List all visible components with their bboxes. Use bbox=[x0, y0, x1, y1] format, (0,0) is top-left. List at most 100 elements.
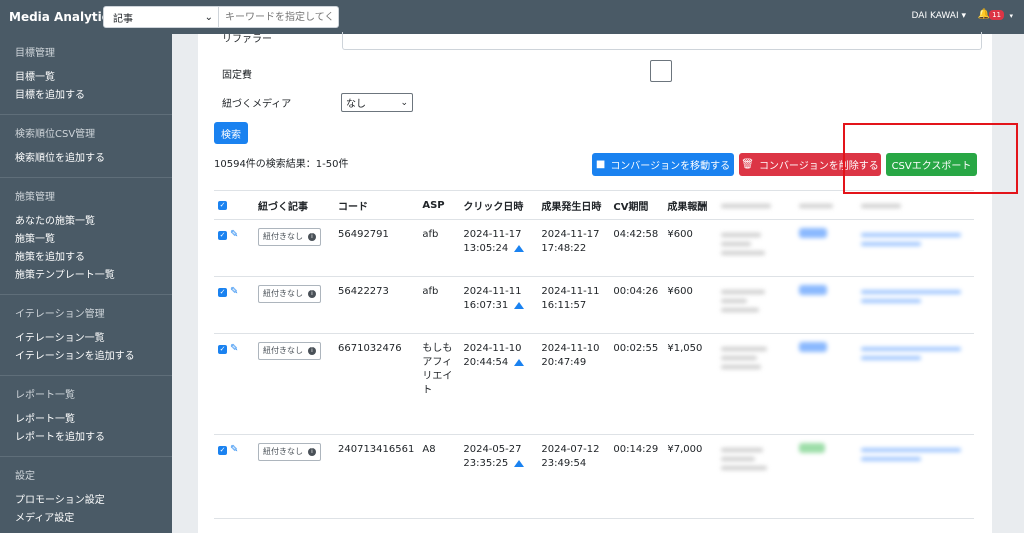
link-article-button[interactable]: 紐付きなし i bbox=[258, 443, 321, 461]
search-button[interactable]: 検索 bbox=[214, 122, 248, 144]
header-cv-date: 成果発生日時 bbox=[537, 190, 610, 220]
sidebar-item[interactable]: レポートを追加する bbox=[15, 429, 172, 447]
click-date-cell: 2024-11-17 13:05:24 bbox=[459, 219, 538, 277]
select-all-header[interactable]: ✓ bbox=[214, 190, 254, 220]
cv-time: 20:47:49 bbox=[541, 357, 587, 368]
blurred-cell bbox=[717, 434, 796, 519]
click-time: 16:07:31 bbox=[463, 300, 509, 311]
media-select-value: なし bbox=[346, 99, 366, 110]
blurred-cell bbox=[717, 219, 796, 277]
link-article-label: 紐付きなし bbox=[263, 232, 303, 241]
sidebar-item[interactable]: イテレーション一覧 bbox=[15, 330, 172, 348]
user-menu[interactable]: DAI KAWAI ▾ bbox=[912, 11, 966, 21]
row-checkbox[interactable]: ✓ bbox=[218, 344, 227, 354]
link-article-label: 紐付きなし bbox=[263, 289, 303, 298]
table-row: ✓ ✎ 紐付きなし i 56492791 afb 2024-11-17 13:05:24 202… bbox=[214, 219, 974, 277]
reward-cell: ¥1,050 bbox=[663, 333, 718, 435]
header-blurred-1 bbox=[717, 190, 796, 220]
media-select[interactable]: なし ⌄ bbox=[341, 93, 413, 112]
row-select-cell[interactable]: ✓ ✎ bbox=[214, 276, 254, 334]
row-checkbox[interactable]: ✓ bbox=[218, 230, 227, 240]
cv-period-cell: 00:02:55 bbox=[609, 333, 664, 435]
result-summary: 10594件の検索結果：1-50件 bbox=[214, 159, 349, 170]
cv-period-cell: 04:42:58 bbox=[609, 219, 664, 277]
triangle-icon[interactable] bbox=[514, 358, 525, 366]
sidebar-item[interactable]: 施策を追加する bbox=[15, 249, 172, 267]
code-cell: 56492791 bbox=[334, 219, 419, 277]
search-type-value: 記事 bbox=[113, 13, 133, 25]
edit-icon[interactable]: ✎ bbox=[230, 444, 238, 455]
triangle-icon[interactable] bbox=[514, 459, 525, 467]
click-time: 23:35:25 bbox=[463, 458, 509, 469]
row-select-cell[interactable]: ✓ ✎ bbox=[214, 219, 254, 277]
media-label: 紐づくメディア bbox=[222, 99, 292, 110]
table-row: ✓ ✎ 紐付きなし i 240713416561 A8 2024-05-27 23:35:25… bbox=[214, 434, 974, 519]
keyword-input[interactable] bbox=[219, 6, 339, 28]
sidebar-item[interactable]: イテレーションを追加する bbox=[15, 348, 172, 366]
blurred-tag-cell bbox=[795, 434, 858, 519]
sidebar-item[interactable]: 施策一覧 bbox=[15, 231, 172, 249]
header-cv-period: CV期間 bbox=[609, 190, 664, 220]
sidebar-item[interactable]: メディア設定 bbox=[15, 510, 172, 528]
reward-cell: ¥600 bbox=[663, 219, 718, 277]
header-asp: ASP bbox=[418, 190, 460, 220]
table-header-row: ✓ 紐づく記事 コード ASP クリック日時 成果発生日時 CV期間 成果報酬 bbox=[214, 190, 974, 220]
search-type-select[interactable]: 記事 ⌄ bbox=[103, 6, 219, 28]
header-blurred-3 bbox=[857, 190, 974, 220]
cv-date-cell: 2024-11-11 16:11:57 bbox=[537, 276, 610, 334]
link-article-button[interactable]: 紐付きなし i bbox=[258, 228, 321, 246]
sidebar-section: 設定 プロモーション設定 メディア設定 bbox=[0, 456, 172, 533]
link-article-button[interactable]: 紐付きなし i bbox=[258, 342, 321, 360]
header-blurred-2 bbox=[795, 190, 858, 220]
folder-icon: ■ bbox=[595, 159, 606, 170]
select-all-checkbox[interactable]: ✓ bbox=[218, 200, 227, 210]
asp-cell: A8 bbox=[418, 434, 460, 519]
referrer-input[interactable] bbox=[342, 32, 982, 50]
cv-date-cell: 2024-11-17 17:48:22 bbox=[537, 219, 610, 277]
edit-icon[interactable]: ✎ bbox=[230, 229, 238, 240]
click-date-cell: 2024-05-27 23:35:25 bbox=[459, 434, 538, 519]
sidebar-item[interactable]: プロモーション設定 bbox=[15, 492, 172, 510]
referrer-label: リファラー bbox=[222, 34, 272, 45]
sidebar-item[interactable]: 目標一覧 bbox=[15, 69, 172, 87]
edit-icon[interactable]: ✎ bbox=[230, 286, 238, 297]
sidebar-item[interactable]: 目標を追加する bbox=[15, 87, 172, 105]
fixed-cost-checkbox[interactable] bbox=[650, 60, 672, 82]
asp-cell: afb bbox=[418, 219, 460, 277]
chevron-down-icon: ⌄ bbox=[400, 97, 408, 108]
cv-time: 23:49:54 bbox=[541, 458, 587, 469]
blurred-link-cell bbox=[857, 219, 974, 277]
sidebar-item[interactable]: 施策テンプレート一覧 bbox=[15, 267, 172, 285]
info-icon: i bbox=[308, 233, 316, 241]
click-date: 2024-11-17 bbox=[463, 229, 522, 240]
click-date: 2024-11-10 bbox=[463, 343, 522, 354]
chevron-down-icon: ⌄ bbox=[204, 11, 213, 23]
edit-icon[interactable]: ✎ bbox=[230, 343, 238, 354]
header-code: コード bbox=[334, 190, 419, 220]
triangle-icon[interactable] bbox=[514, 301, 525, 309]
caret-down-icon[interactable]: ▾ bbox=[1009, 12, 1013, 20]
link-article-button[interactable]: 紐付きなし i bbox=[258, 285, 321, 303]
row-checkbox[interactable]: ✓ bbox=[218, 287, 227, 297]
move-conversion-label: コンバージョンを移動する bbox=[610, 161, 731, 172]
app-title[interactable]: Media Analytics bbox=[9, 10, 116, 24]
header-linked-article: 紐づく記事 bbox=[254, 190, 334, 220]
code-cell: 56422273 bbox=[334, 276, 419, 334]
click-date-cell: 2024-11-11 16:07:31 bbox=[459, 276, 538, 334]
sidebar-item[interactable]: あなたの施策一覧 bbox=[15, 213, 172, 231]
row-select-cell[interactable]: ✓ ✎ bbox=[214, 333, 254, 435]
sidebar-section-title: イテレーション管理 bbox=[15, 309, 105, 320]
link-article-label: 紐付きなし bbox=[263, 346, 303, 355]
header-click-date: クリック日時 bbox=[459, 190, 538, 220]
triangle-icon[interactable] bbox=[514, 244, 525, 252]
reward-cell: ¥600 bbox=[663, 276, 718, 334]
move-conversion-button[interactable]: ■ コンバージョンを移動する bbox=[592, 153, 734, 176]
cv-period-cell: 00:04:26 bbox=[609, 276, 664, 334]
row-checkbox[interactable]: ✓ bbox=[218, 445, 227, 455]
blurred-tag-cell bbox=[795, 333, 858, 435]
info-icon: i bbox=[308, 290, 316, 298]
sidebar-item[interactable]: レポート一覧 bbox=[15, 411, 172, 429]
row-select-cell[interactable]: ✓ ✎ bbox=[214, 434, 254, 519]
sidebar-section-title: 目標管理 bbox=[15, 48, 55, 59]
sidebar-item[interactable]: 検索順位を追加する bbox=[15, 150, 172, 168]
